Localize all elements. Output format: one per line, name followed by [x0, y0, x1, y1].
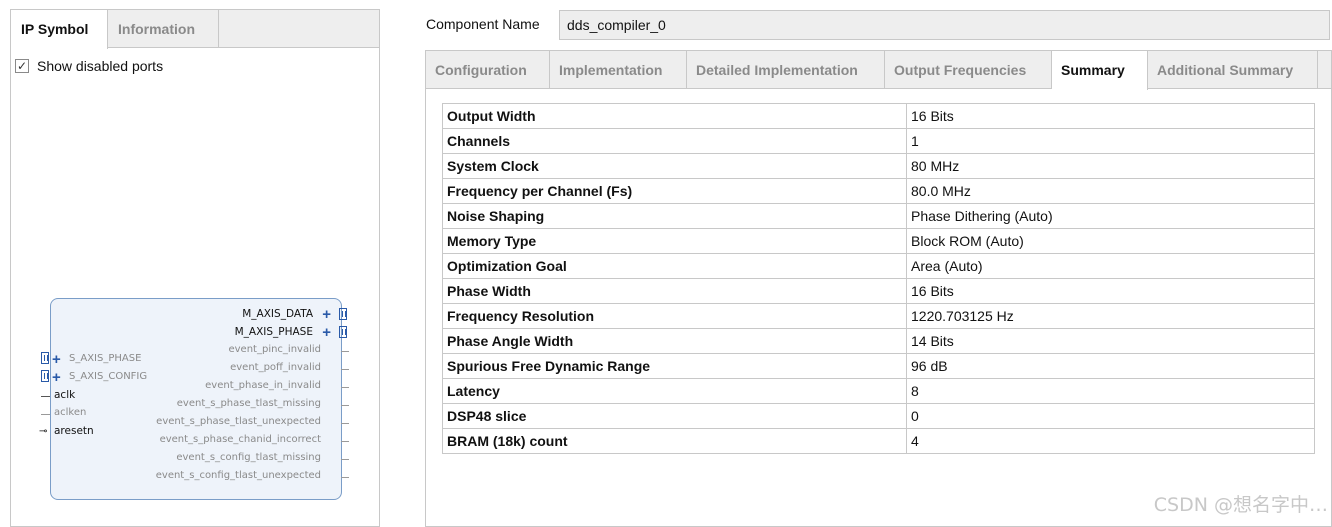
summary-key: Frequency per Channel (Fs) — [442, 178, 907, 204]
expand-plus-icon[interactable]: + — [52, 370, 61, 385]
port-pin — [341, 369, 349, 370]
summary-key: Channels — [442, 128, 907, 154]
port-pin — [341, 351, 349, 352]
bus-interface-icon — [339, 326, 347, 338]
table-row: Latency 8 — [442, 378, 1315, 404]
tab-detailed-implementation[interactable]: Detailed Implementation — [687, 51, 885, 89]
summary-key: Spurious Free Dynamic Range — [442, 353, 907, 379]
summary-key: Frequency Resolution — [442, 303, 907, 329]
tab-ip-symbol[interactable]: IP Symbol — [11, 10, 108, 49]
table-row: Optimization Goal Area (Auto) — [442, 253, 1315, 279]
summary-value: 16 Bits — [906, 103, 1315, 129]
table-row: Memory Type Block ROM (Auto) — [442, 228, 1315, 254]
summary-value: 96 dB — [906, 353, 1315, 379]
summary-value: 8 — [906, 378, 1315, 404]
table-row: BRAM (18k) count 4 — [442, 428, 1315, 454]
summary-value: Area (Auto) — [906, 253, 1315, 279]
port-m-axis-phase: M_AXIS_PHASE — [234, 326, 313, 338]
summary-key: Phase Width — [442, 278, 907, 304]
summary-value: 16 Bits — [906, 278, 1315, 304]
table-row: Phase Width 16 Bits — [442, 278, 1315, 304]
summary-value: 4 — [906, 428, 1315, 454]
port-event-s-phase-tlast-missing: event_s_phase_tlast_missing — [176, 398, 321, 409]
component-name-label: Component Name — [426, 16, 540, 32]
port-s-axis-phase: S_AXIS_PHASE — [69, 353, 142, 364]
bus-interface-icon — [339, 308, 347, 320]
watermark: CSDN @想名字中… — [1153, 494, 1328, 516]
port-event-s-config-tlast-unexpected: event_s_config_tlast_unexpected — [155, 470, 321, 481]
tab-summary[interactable]: Summary — [1052, 51, 1148, 90]
summary-value: 1 — [906, 128, 1315, 154]
port-m-axis-data: M_AXIS_DATA — [242, 308, 313, 320]
table-row: System Clock 80 MHz — [442, 153, 1315, 179]
right-tab-bar: Configuration Implementation Detailed Im… — [426, 51, 1331, 90]
port-pin — [341, 441, 349, 442]
tab-implementation[interactable]: Implementation — [550, 51, 687, 89]
inverted-input-icon: ⊸ — [39, 426, 48, 437]
tab-additional-summary[interactable]: Additional Summary — [1148, 51, 1318, 89]
show-disabled-ports-label: Show disabled ports — [37, 58, 164, 74]
summary-key: System Clock — [442, 153, 907, 179]
port-event-s-phase-tlast-unexpected: event_s_phase_tlast_unexpected — [156, 416, 321, 427]
configuration-panel: Configuration Implementation Detailed Im… — [425, 50, 1332, 527]
summary-value: 80 MHz — [906, 153, 1315, 179]
table-row: Channels 1 — [442, 128, 1315, 154]
summary-value: 14 Bits — [906, 328, 1315, 354]
table-row: DSP48 slice 0 — [442, 403, 1315, 429]
port-event-s-phase-chanid-incorrect: event_s_phase_chanid_incorrect — [159, 434, 321, 445]
summary-value: 1220.703125 Hz — [906, 303, 1315, 329]
summary-value: 80.0 MHz — [906, 178, 1315, 204]
port-event-poff-invalid: event_poff_invalid — [230, 362, 321, 373]
port-s-axis-config: S_AXIS_CONFIG — [69, 371, 148, 382]
summary-key: Optimization Goal — [442, 253, 907, 279]
table-row: Phase Angle Width 14 Bits — [442, 328, 1315, 354]
ip-symbol-panel: IP Symbol Information ✓ Show disabled po… — [10, 9, 380, 527]
port-pin — [341, 387, 349, 388]
bus-interface-icon — [41, 370, 49, 382]
component-name-input[interactable]: dds_compiler_0 — [559, 10, 1330, 40]
port-event-pinc-invalid: event_pinc_invalid — [228, 344, 321, 355]
tab-configuration[interactable]: Configuration — [426, 51, 550, 89]
port-pin — [41, 414, 50, 415]
table-row: Noise Shaping Phase Dithering (Auto) — [442, 203, 1315, 229]
summary-key: BRAM (18k) count — [442, 428, 907, 454]
port-aclken: aclken — [54, 407, 87, 418]
summary-key: Output Width — [442, 103, 907, 129]
table-row: Frequency Resolution 1220.703125 Hz — [442, 303, 1315, 329]
port-pin — [341, 477, 349, 478]
port-aclk: aclk — [54, 389, 76, 401]
port-pin — [341, 423, 349, 424]
expand-plus-icon[interactable]: + — [322, 325, 331, 340]
show-disabled-ports-checkbox[interactable]: ✓ Show disabled ports — [15, 56, 163, 76]
summary-key: DSP48 slice — [442, 403, 907, 429]
summary-key: Phase Angle Width — [442, 328, 907, 354]
tab-output-frequencies[interactable]: Output Frequencies — [885, 51, 1052, 89]
summary-value: 0 — [906, 403, 1315, 429]
table-row: Spurious Free Dynamic Range 96 dB — [442, 353, 1315, 379]
left-tab-bar: IP Symbol Information — [11, 10, 379, 49]
port-pin — [341, 405, 349, 406]
summary-value: Block ROM (Auto) — [906, 228, 1315, 254]
port-aresetn: aresetn — [54, 425, 94, 437]
summary-value: Phase Dithering (Auto) — [906, 203, 1315, 229]
port-pin — [341, 459, 349, 460]
table-row: Frequency per Channel (Fs) 80.0 MHz — [442, 178, 1315, 204]
expand-plus-icon[interactable]: + — [52, 352, 61, 367]
table-row: Output Width 16 Bits — [442, 103, 1315, 129]
expand-plus-icon[interactable]: + — [322, 307, 331, 322]
summary-key: Memory Type — [442, 228, 907, 254]
summary-key: Latency — [442, 378, 907, 404]
checkbox-checked-icon[interactable]: ✓ — [15, 59, 29, 73]
port-event-phase-in-invalid: event_phase_in_invalid — [205, 380, 321, 391]
summary-key: Noise Shaping — [442, 203, 907, 229]
summary-table: Output Width 16 Bits Channels 1 System Clock… — [442, 103, 1315, 454]
tab-information[interactable]: Information — [108, 10, 219, 48]
port-event-s-config-tlast-missing: event_s_config_tlast_missing — [176, 452, 321, 463]
ip-symbol-block: M_AXIS_DATA + M_AXIS_PHASE + event_pinc_… — [39, 298, 349, 500]
bus-interface-icon — [41, 352, 49, 364]
port-pin — [41, 396, 50, 397]
